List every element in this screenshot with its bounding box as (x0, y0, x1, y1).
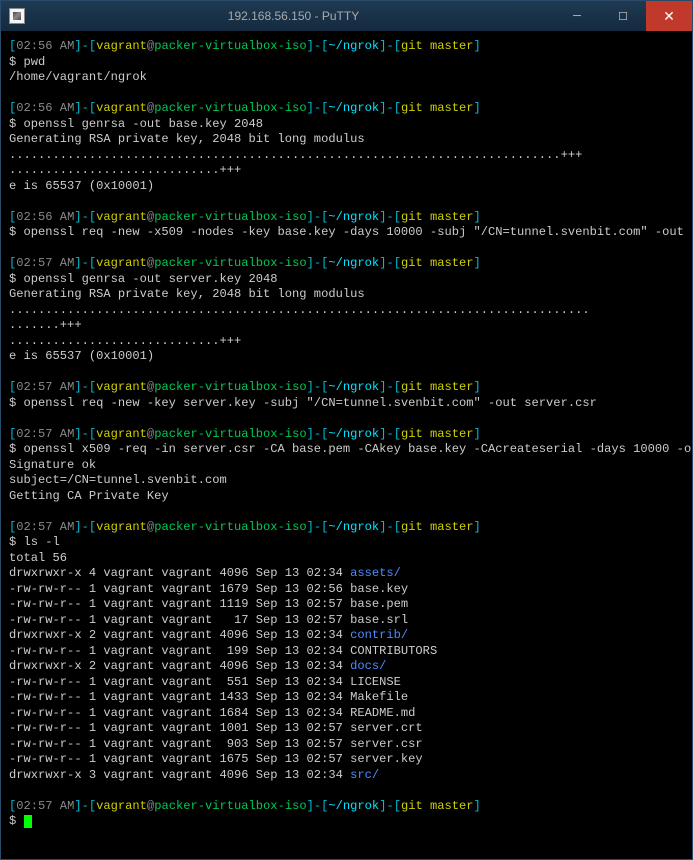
listing-row: -rw-rw-r-- 1 vagrant vagrant 1433 Sep 13… (9, 690, 692, 706)
close-button[interactable]: ✕ (646, 1, 692, 31)
output-line: ........................................… (9, 303, 692, 319)
listing-row: drwxrwxr-x 2 vagrant vagrant 4096 Sep 13… (9, 659, 692, 675)
minimize-button[interactable]: ─ (554, 1, 600, 31)
command-line[interactable]: $ (9, 814, 692, 830)
blank-line (9, 365, 692, 381)
titlebar[interactable]: 192.168.56.150 - PuTTY ─ ☐ ✕ (1, 1, 692, 31)
command-line: $ openssl req -new -key server.key -subj… (9, 396, 692, 412)
prompt-line: [02:56 AM]-[vagrant@packer-virtualbox-is… (9, 101, 692, 117)
output-line: Generating RSA private key, 2048 bit lon… (9, 132, 692, 148)
prompt-line: [02:57 AM]-[vagrant@packer-virtualbox-is… (9, 520, 692, 536)
putty-icon (9, 8, 25, 24)
command-line: $ ls -l (9, 535, 692, 551)
blank-line (9, 830, 692, 846)
listing-row: -rw-rw-r-- 1 vagrant vagrant 1119 Sep 13… (9, 597, 692, 613)
prompt-line: [02:57 AM]-[vagrant@packer-virtualbox-is… (9, 427, 692, 443)
listing-row: drwxrwxr-x 2 vagrant vagrant 4096 Sep 13… (9, 628, 692, 644)
terminal-area[interactable]: [02:56 AM]-[vagrant@packer-virtualbox-is… (1, 31, 692, 859)
output-line: .............................+++ (9, 334, 692, 350)
window-controls: ─ ☐ ✕ (554, 1, 692, 31)
listing-row: -rw-rw-r-- 1 vagrant vagrant 199 Sep 13 … (9, 644, 692, 660)
listing-row: drwxrwxr-x 4 vagrant vagrant 4096 Sep 13… (9, 566, 692, 582)
output-line: Getting CA Private Key (9, 489, 692, 505)
listing-row: -rw-rw-r-- 1 vagrant vagrant 1001 Sep 13… (9, 721, 692, 737)
blank-line (9, 411, 692, 427)
output-line: ........................................… (9, 148, 692, 164)
cursor (24, 815, 32, 828)
output-line: .............................+++ (9, 163, 692, 179)
output-line: e is 65537 (0x10001) (9, 179, 692, 195)
prompt-line: [02:57 AM]-[vagrant@packer-virtualbox-is… (9, 799, 692, 815)
blank-line (9, 194, 692, 210)
blank-line (9, 241, 692, 257)
output-line: subject=/CN=tunnel.svenbit.com (9, 473, 692, 489)
output-line: .......+++ (9, 318, 692, 334)
command-line: $ openssl genrsa -out base.key 2048 (9, 117, 692, 133)
prompt-line: [02:57 AM]-[vagrant@packer-virtualbox-is… (9, 380, 692, 396)
prompt-line: [02:56 AM]-[vagrant@packer-virtualbox-is… (9, 39, 692, 55)
window-title: 192.168.56.150 - PuTTY (33, 9, 554, 23)
output-line: Generating RSA private key, 2048 bit lon… (9, 287, 692, 303)
listing-row: -rw-rw-r-- 1 vagrant vagrant 1679 Sep 13… (9, 582, 692, 598)
listing-row: -rw-rw-r-- 1 vagrant vagrant 17 Sep 13 0… (9, 613, 692, 629)
command-line: $ pwd (9, 55, 692, 71)
prompt-line: [02:56 AM]-[vagrant@packer-virtualbox-is… (9, 210, 692, 226)
listing-row: drwxrwxr-x 3 vagrant vagrant 4096 Sep 13… (9, 768, 692, 784)
listing-row: -rw-rw-r-- 1 vagrant vagrant 1684 Sep 13… (9, 706, 692, 722)
putty-window: 192.168.56.150 - PuTTY ─ ☐ ✕ [02:56 AM]-… (0, 0, 693, 860)
listing-row: -rw-rw-r-- 1 vagrant vagrant 551 Sep 13 … (9, 675, 692, 691)
command-line: $ openssl req -new -x509 -nodes -key bas… (9, 225, 692, 241)
blank-line (9, 504, 692, 520)
output-line: total 56 (9, 551, 692, 567)
command-line: $ openssl genrsa -out server.key 2048 (9, 272, 692, 288)
prompt-line: [02:57 AM]-[vagrant@packer-virtualbox-is… (9, 256, 692, 272)
blank-line (9, 86, 692, 102)
command-line: $ openssl x509 -req -in server.csr -CA b… (9, 442, 692, 458)
output-line: Signature ok (9, 458, 692, 474)
blank-line (9, 783, 692, 799)
listing-row: -rw-rw-r-- 1 vagrant vagrant 903 Sep 13 … (9, 737, 692, 753)
output-line: /home/vagrant/ngrok (9, 70, 692, 86)
maximize-button[interactable]: ☐ (600, 1, 646, 31)
output-line: e is 65537 (0x10001) (9, 349, 692, 365)
listing-row: -rw-rw-r-- 1 vagrant vagrant 1675 Sep 13… (9, 752, 692, 768)
